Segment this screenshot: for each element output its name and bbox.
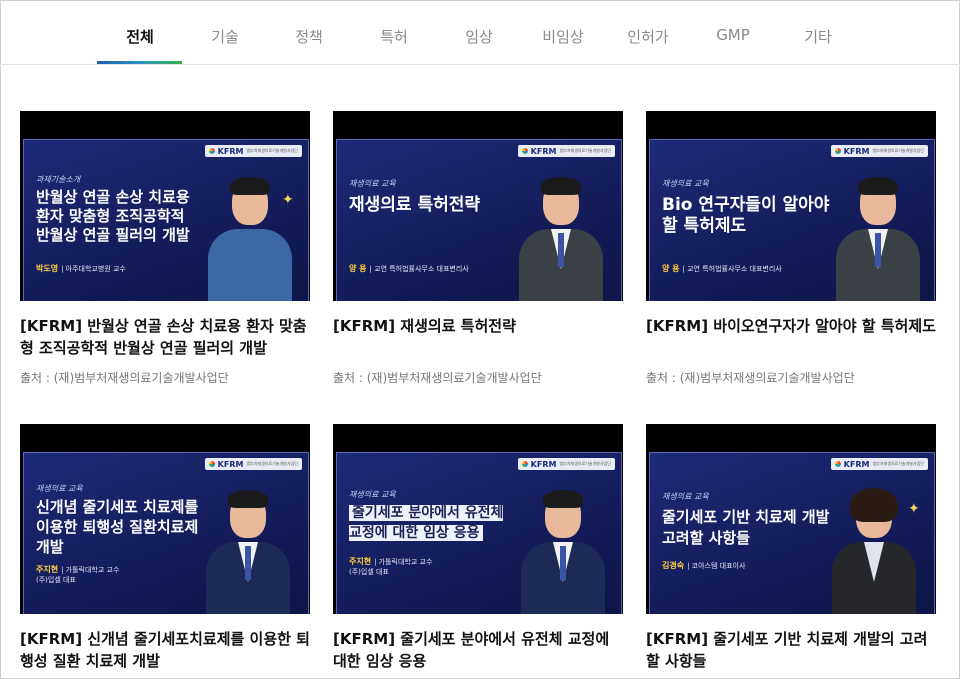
speaker-photo (513, 173, 609, 301)
card-source: 출처 : (재)범부처재생의료기술개발사업단 (20, 371, 229, 385)
tab-gmp[interactable]: GMP (688, 26, 778, 44)
active-tab-indicator (97, 61, 182, 64)
slide-tag: 재생의료 교육 (349, 179, 396, 188)
slide-title: 줄기세포 기반 치료제 개발 고려할 사항들 (662, 508, 830, 547)
card-title[interactable]: [KFRM] 반월상 연골 손상 치료용 환자 맞춤형 조직공학적 반월상 연골… (20, 315, 310, 359)
slide-speaker: 주지현 | 가톨릭대학교 교수 (주)입셀 대표 (349, 557, 433, 576)
speaker-photo (830, 173, 926, 301)
slide-title: 반월상 연골 손상 치료용 환자 맞춤형 조직공학적 반월상 연골 필러의 개발 (36, 188, 190, 244)
card-source: 출처 : (재)범부처재생의료기술개발사업단 (333, 371, 542, 385)
video-thumbnail[interactable]: KFRM 범부처재생의료기술개발사업단 과제기술소개 반월상 연골 손상 치료용 … (20, 111, 310, 301)
slide-tag: 재생의료 교육 (349, 490, 396, 499)
card-source: 출처 : (재)범부처재생의료기술개발사업단 (646, 371, 855, 385)
slide-image: KFRM 범부처재생의료기술개발사업단 재생의료 교육 줄기세포 기반 치료제 개… (649, 452, 935, 614)
tab-patent[interactable]: 특허 (349, 26, 439, 47)
slide-tag: 재생의료 교육 (662, 492, 709, 501)
tab-technology[interactable]: 기술 (180, 26, 270, 47)
slide-speaker: 양 용 | 교연 특허법률사무소 대표변리사 (662, 264, 782, 273)
slide-speaker: 주지현 | 가톨릭대학교 교수 (주)입셀 대표 (36, 565, 120, 584)
slide-tag: 과제기술소개 (36, 175, 81, 184)
tab-clinical[interactable]: 임상 (434, 26, 524, 47)
video-thumbnail[interactable]: KFRM 범부처재생의료기술개발사업단 재생의료 교육 신개념 줄기세포 치료제를… (20, 424, 310, 614)
sparkle-icon: ✦ (282, 192, 294, 208)
card-title[interactable]: [KFRM] 재생의료 특허전략 (333, 315, 623, 337)
card-title[interactable]: [KFRM] 신개념 줄기세포치료제를 이용한 퇴행성 질환 치료제 개발 (20, 628, 310, 672)
tab-etc[interactable]: 기타 (773, 26, 863, 47)
slide-speaker: 박도영 | 아주대학교병원 교수 (36, 264, 126, 273)
video-thumbnail[interactable]: KFRM 범부처재생의료기술개발사업단 재생의료 교육 재생의료 특허전략 양 용… (333, 111, 623, 301)
slide-title: 줄기세포 분야에서 유전체 교정에 대한 임상 응용 (349, 505, 504, 541)
speaker-photo (200, 486, 296, 614)
slide-image: KFRM 범부처재생의료기술개발사업단 재생의료 교육 신개념 줄기세포 치료제를… (23, 452, 309, 614)
slide-image: KFRM 범부처재생의료기술개발사업단 재생의료 교육 재생의료 특허전략 양 용… (336, 139, 622, 301)
tab-approval[interactable]: 인허가 (603, 26, 693, 47)
kfrm-logo: KFRM 범부처재생의료기술개발사업단 (830, 145, 928, 157)
slide-image: KFRM 범부처재생의료기술개발사업단 재생의료 교육 Bio 연구자들이 알아야… (649, 139, 935, 301)
video-thumbnail[interactable]: KFRM 범부처재생의료기술개발사업단 재생의료 교육 Bio 연구자들이 알아야… (646, 111, 936, 301)
slide-title: Bio 연구자들이 알아야 할 특허제도 (662, 195, 830, 236)
kfrm-logo: KFRM 범부처재생의료기술개발사업단 (517, 458, 615, 470)
kfrm-logo: KFRM 범부처재생의료기술개발사업단 (830, 458, 928, 470)
slide-speaker: 김경숙 | 코아스템 대표이사 (662, 561, 746, 570)
slide-tag: 재생의료 교육 (36, 484, 83, 493)
card-title[interactable]: [KFRM] 줄기세포 기반 치료제 개발의 고려할 사항들 (646, 628, 936, 672)
slide-image: KFRM 범부처재생의료기술개발사업단 재생의료 교육 줄기세포 분야에서 유전체… (336, 452, 622, 614)
card-title[interactable]: [KFRM] 바이오연구자가 알아야 할 특허제도 (646, 315, 936, 337)
card-title[interactable]: [KFRM] 줄기세포 분야에서 유전체 교정에 대한 임상 응용 (333, 628, 623, 672)
slide-speaker: 양 용 | 교연 특허법률사무소 대표변리사 (349, 264, 469, 273)
slide-image: KFRM 범부처재생의료기술개발사업단 과제기술소개 반월상 연골 손상 치료용 … (23, 139, 309, 301)
kfrm-logo: KFRM 범부처재생의료기술개발사업단 (204, 458, 302, 470)
kfrm-logo: KFRM 범부처재생의료기술개발사업단 (517, 145, 615, 157)
kfrm-logo: KFRM 범부처재생의료기술개발사업단 (204, 145, 302, 157)
slide-title: 재생의료 특허전략 (349, 195, 481, 215)
slide-title: 신개념 줄기세포 치료제를 이용한 퇴행성 질환치료제 개발 (36, 498, 199, 556)
category-tabs: 전체 기술 정책 특허 임상 비임상 인허가 GMP 기타 (0, 0, 960, 65)
tab-all[interactable]: 전체 (95, 26, 185, 47)
sparkle-icon: ✦ (908, 501, 920, 517)
slide-tag: 재생의료 교육 (662, 179, 709, 188)
tab-nonclinical[interactable]: 비임상 (518, 26, 608, 47)
video-thumbnail[interactable]: KFRM 범부처재생의료기술개발사업단 재생의료 교육 줄기세포 분야에서 유전체… (333, 424, 623, 614)
tab-policy[interactable]: 정책 (264, 26, 354, 47)
video-thumbnail[interactable]: KFRM 범부처재생의료기술개발사업단 재생의료 교육 줄기세포 기반 치료제 개… (646, 424, 936, 614)
speaker-photo (515, 486, 611, 614)
